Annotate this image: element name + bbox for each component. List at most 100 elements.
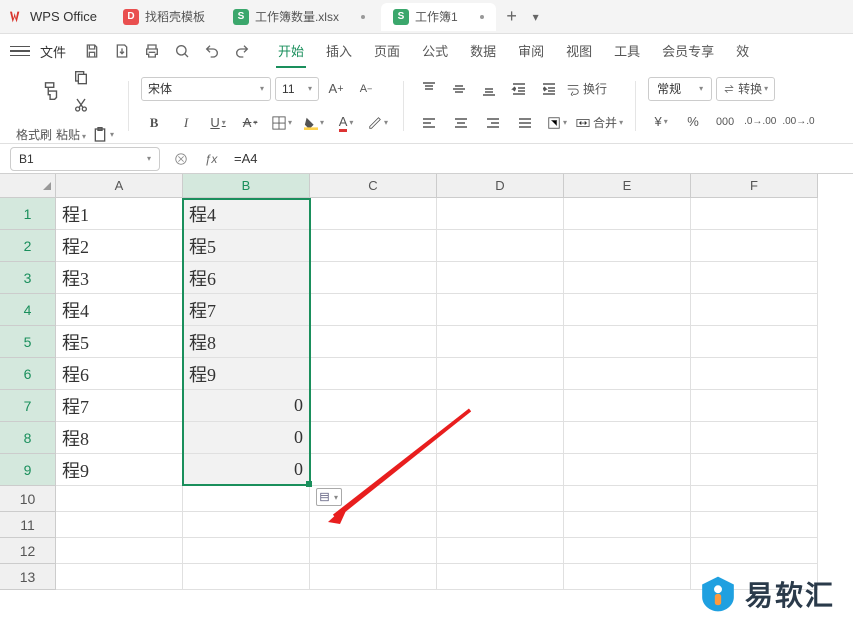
redo-icon[interactable] — [231, 40, 253, 62]
decrease-indent-icon[interactable] — [506, 76, 532, 102]
cell[interactable] — [691, 326, 818, 358]
cell[interactable]: 程9 — [56, 454, 183, 486]
cell[interactable] — [437, 294, 564, 326]
cell[interactable] — [56, 538, 183, 564]
cell[interactable] — [310, 454, 437, 486]
paste-label[interactable]: 粘贴▾ — [56, 126, 86, 143]
cell[interactable] — [564, 262, 691, 294]
cell[interactable]: 0 — [183, 454, 310, 486]
cell[interactable] — [183, 564, 310, 590]
cell[interactable] — [310, 294, 437, 326]
new-tab-button[interactable]: + — [500, 5, 524, 29]
merge-cells-button[interactable]: 合并▾ — [576, 110, 623, 136]
cell[interactable] — [691, 390, 818, 422]
font-family-select[interactable]: 宋体▾ — [141, 77, 271, 101]
cell[interactable] — [56, 564, 183, 590]
align-top-icon[interactable] — [416, 76, 442, 102]
cell[interactable] — [691, 230, 818, 262]
justify-icon[interactable] — [512, 110, 538, 136]
cell[interactable] — [56, 512, 183, 538]
cell[interactable] — [691, 454, 818, 486]
cell[interactable] — [437, 198, 564, 230]
row-header[interactable]: 1 — [0, 198, 56, 230]
fill-color-button[interactable]: ▾ — [301, 110, 327, 136]
border-button[interactable]: ▾ — [269, 110, 295, 136]
tab-workbook-1[interactable]: S 工作簿1 — [381, 3, 496, 31]
cell[interactable] — [437, 230, 564, 262]
cell[interactable] — [564, 454, 691, 486]
row-header[interactable]: 4 — [0, 294, 56, 326]
cell[interactable] — [437, 564, 564, 590]
tab-home[interactable]: 开始 — [276, 35, 306, 68]
number-format-select[interactable]: 常规▾ — [648, 77, 712, 101]
cell[interactable] — [564, 422, 691, 454]
row-header[interactable]: 8 — [0, 422, 56, 454]
cell[interactable] — [437, 512, 564, 538]
tab-tools[interactable]: 工具 — [612, 35, 642, 68]
cell[interactable] — [691, 262, 818, 294]
align-bottom-icon[interactable] — [476, 76, 502, 102]
wrap-text-button[interactable]: 换行 — [566, 76, 607, 102]
cell[interactable] — [564, 512, 691, 538]
convert-button[interactable]: 转换▾ — [716, 77, 775, 101]
cell[interactable] — [564, 326, 691, 358]
cell[interactable] — [564, 198, 691, 230]
cell[interactable] — [564, 538, 691, 564]
tab-formula[interactable]: 公式 — [420, 35, 450, 68]
cell[interactable] — [310, 422, 437, 454]
cell[interactable] — [437, 390, 564, 422]
tab-view[interactable]: 视图 — [564, 35, 594, 68]
row-header[interactable]: 5 — [0, 326, 56, 358]
copy-icon[interactable] — [68, 64, 94, 90]
row-header[interactable]: 9 — [0, 454, 56, 486]
tab-data[interactable]: 数据 — [468, 35, 498, 68]
increase-indent-icon[interactable] — [536, 76, 562, 102]
col-header-c[interactable]: C — [310, 174, 437, 198]
currency-icon[interactable]: ¥▾ — [648, 109, 674, 135]
cell[interactable] — [310, 326, 437, 358]
cell[interactable] — [183, 512, 310, 538]
cell[interactable]: 程9 — [183, 358, 310, 390]
cell[interactable] — [437, 326, 564, 358]
cell[interactable] — [437, 422, 564, 454]
cell[interactable] — [691, 358, 818, 390]
tab-workbook-count[interactable]: S 工作簿数量.xlsx — [221, 3, 377, 31]
cell[interactable]: 0 — [183, 390, 310, 422]
cell[interactable] — [183, 538, 310, 564]
formula-input[interactable]: =A4 — [232, 149, 843, 168]
save-icon[interactable] — [81, 40, 103, 62]
tab-more[interactable]: 效 — [734, 35, 751, 68]
cell[interactable]: 程3 — [56, 262, 183, 294]
cell[interactable]: 程2 — [56, 230, 183, 262]
fx-icon[interactable]: ƒx — [202, 150, 220, 168]
row-header[interactable]: 3 — [0, 262, 56, 294]
decrease-decimal-icon[interactable]: .0→.00 — [744, 109, 776, 135]
italic-button[interactable]: I — [173, 110, 199, 136]
cell[interactable] — [437, 486, 564, 512]
row-header[interactable]: 10 — [0, 486, 56, 512]
cell[interactable] — [437, 454, 564, 486]
row-header[interactable]: 2 — [0, 230, 56, 262]
cancel-formula-icon[interactable] — [172, 150, 190, 168]
cell[interactable] — [437, 262, 564, 294]
font-size-select[interactable]: 11▾ — [275, 77, 319, 101]
tab-templates[interactable]: D 找稻壳模板 — [111, 3, 217, 31]
print-icon[interactable] — [141, 40, 163, 62]
select-all-corner[interactable] — [0, 174, 56, 198]
row-header[interactable]: 7 — [0, 390, 56, 422]
cell[interactable] — [564, 230, 691, 262]
cell[interactable] — [310, 358, 437, 390]
align-center-icon[interactable] — [448, 110, 474, 136]
cell[interactable] — [691, 512, 818, 538]
font-color-button[interactable]: A▾ — [333, 110, 359, 136]
cell[interactable] — [437, 358, 564, 390]
cell[interactable] — [691, 486, 818, 512]
cut-icon[interactable] — [68, 92, 94, 118]
col-header-b[interactable]: B — [183, 174, 310, 198]
col-header-d[interactable]: D — [437, 174, 564, 198]
preview-icon[interactable] — [171, 40, 193, 62]
increase-font-icon[interactable]: A+ — [323, 76, 349, 102]
cell[interactable]: 程7 — [56, 390, 183, 422]
cell[interactable] — [310, 262, 437, 294]
tab-review[interactable]: 审阅 — [516, 35, 546, 68]
